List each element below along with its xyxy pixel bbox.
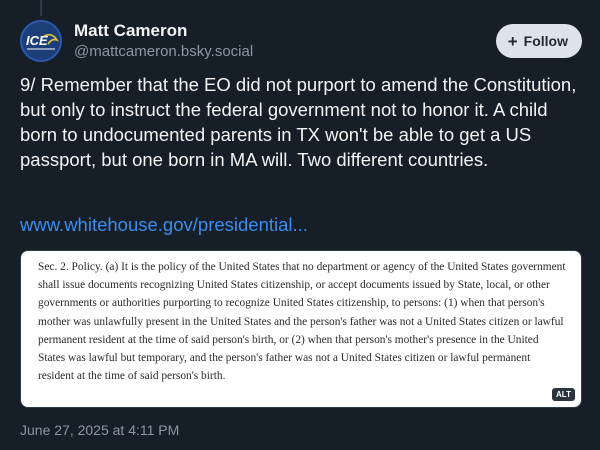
avatar[interactable]: ICE <box>20 20 62 62</box>
author-names: Matt Cameron @mattcameron.bsky.social <box>74 20 253 62</box>
post-text: 9/ Remember that the EO did not purport … <box>20 74 577 170</box>
image-document-text: Sec. 2. Policy. (a) It is the policy of … <box>38 261 566 383</box>
post-timestamp: June 27, 2025 at 4:11 PM <box>20 422 180 438</box>
plus-icon: + <box>507 31 518 51</box>
post-link[interactable]: www.whitehouse.gov/presidential... <box>20 214 308 236</box>
follow-button[interactable]: + Follow <box>495 24 582 58</box>
post-image[interactable]: Sec. 2. Policy. (a) It is the policy of … <box>20 250 582 408</box>
author-display-name[interactable]: Matt Cameron <box>74 20 253 42</box>
follow-button-label: Follow <box>523 33 568 49</box>
thread-connector-line <box>40 0 42 16</box>
alt-text-badge[interactable]: ALT <box>552 388 575 401</box>
author-handle[interactable]: @mattcameron.bsky.social <box>74 42 253 62</box>
post-header: ICE Matt Cameron @mattcameron.bsky.socia… <box>20 18 582 64</box>
avatar-logo-icon: ICE <box>22 22 60 60</box>
post-thread-item: ICE Matt Cameron @mattcameron.bsky.socia… <box>0 0 600 450</box>
